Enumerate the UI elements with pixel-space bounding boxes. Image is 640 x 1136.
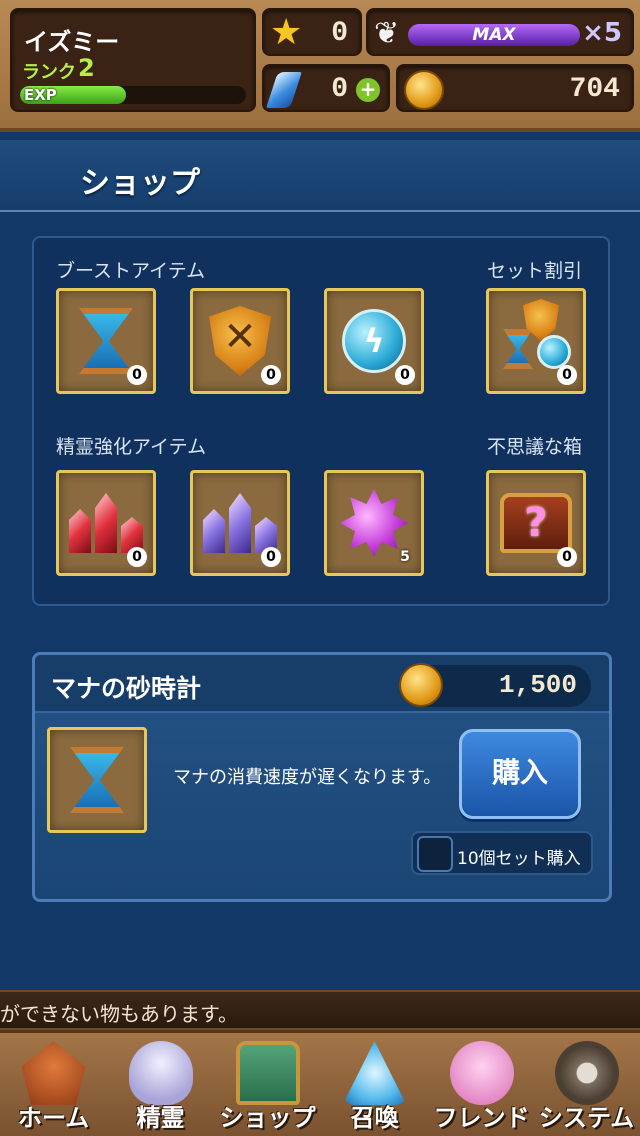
nav-system-label: システム [538,1104,635,1132]
wing-icon: ❦ [374,16,400,51]
lightning-icon: ϟ [363,322,385,360]
item-count: 0 [557,365,577,385]
coin-icon [404,70,444,110]
star-counter: ★ 0 [262,8,362,56]
item-count: 0 [261,365,281,385]
red-crystal-icon [67,493,145,553]
nav-system[interactable]: システム [533,1033,640,1136]
shop-item-mystery-box[interactable]: ? 0 [486,470,586,576]
hourglass-icon [79,308,133,374]
summon-icon [342,1041,407,1105]
stamina-multiplier: ×5 [582,18,622,48]
crystal-counter: 0 + [262,64,390,112]
item-count: 0 [261,547,281,567]
item-detail-panel: マナの砂時計 1,500 マナの消費速度が遅くなります。 購入 10個セット購入 [32,652,612,902]
page-title-banner: ショップ [0,140,640,212]
star-icon: ★ [270,12,303,53]
coin-icon [399,663,443,707]
nav-home-label: ホーム [17,1104,90,1132]
crystal-icon [266,72,302,108]
bulk-purchase-option[interactable]: 10個セット購入 [411,831,593,875]
potion-icon [537,335,571,369]
nav-shop-label: ショップ [219,1104,316,1132]
set-discount-label: セット割引 [486,260,582,282]
question-mark-icon: ? [524,500,548,546]
shop-item-boost-set[interactable]: 0 [486,288,586,394]
home-icon [21,1041,86,1105]
item-count: 0 [127,365,147,385]
item-count: 0 [395,365,415,385]
boost-items-label: ブーストアイテム [56,260,206,282]
item-description: マナの消費速度が遅くなります。 [173,767,442,788]
nav-friend-label: フレンド [433,1104,530,1132]
shop-item-hourglass[interactable]: 0 [56,288,156,394]
bulk-purchase-checkbox[interactable] [417,836,453,872]
crystal-count: 0 [331,74,348,105]
nav-summon-label: 召喚 [350,1104,399,1132]
item-price: 1,500 [399,663,591,707]
nav-spirit[interactable]: 精霊 [107,1033,214,1136]
buy-button[interactable]: 購入 [459,729,581,819]
nav-home[interactable]: ホーム [0,1033,107,1136]
nav-spirit-label: 精霊 [136,1104,185,1132]
top-status-bar: イズミー ランク 2 EXP ★ 0 ❦ MAX ×5 0 + 704 [0,0,640,132]
shop-item-potion[interactable]: ϟ 0 [324,288,424,394]
shop-items-panel: ブーストアイテム セット割引 0 ✕ 0 ϟ 0 0 精霊強化アイテム 不思議な… [32,236,610,606]
rank-label: ランク [22,62,76,83]
item-count: 0 [127,547,147,567]
rank-value: 2 [78,54,95,82]
spirit-items-label: 精霊強化アイテム [56,436,207,458]
exp-label: EXP [24,86,57,104]
item-detail-header: マナの砂時計 1,500 [35,655,609,713]
blue-crystal-icon [201,493,279,553]
shop-item-shield[interactable]: ✕ 0 [190,288,290,394]
stamina-max-label: MAX [472,25,516,45]
hourglass-icon [503,329,533,369]
coin-count: 704 [569,74,620,105]
mystery-box-label: 不思議な箱 [486,436,582,458]
item-detail-title: マナの砂時計 [51,674,202,703]
item-price-value: 1,500 [498,670,577,700]
nav-friend[interactable]: フレンド [428,1033,535,1136]
treasure-chest-icon [235,1041,300,1105]
add-crystal-button[interactable]: + [356,78,380,102]
nav-shop[interactable]: ショップ [214,1033,321,1136]
item-count: 0 [557,547,577,567]
shop-item-purple-star[interactable]: 5 [324,470,424,576]
cross-mark-icon: ✕ [223,314,257,360]
gear-icon [554,1041,619,1105]
nav-summon[interactable]: 召喚 [321,1033,428,1136]
bottom-navigation: ホーム 精霊 ショップ 召喚 フレンド システム [0,1030,640,1136]
stamina-meter: ❦ MAX ×5 [366,8,634,56]
item-detail-image [47,727,147,833]
friends-icon [449,1041,514,1105]
coin-counter: 704 [396,64,634,112]
star-count: 0 [331,18,348,49]
purple-star-crystal-icon [340,489,408,557]
ticker-text: ができない物もあります。 [0,1002,238,1026]
shop-item-blue-crystal[interactable]: 0 [190,470,290,576]
player-profile-panel[interactable]: イズミー ランク 2 EXP [10,8,256,112]
shop-item-red-crystal[interactable]: 0 [56,470,156,576]
news-ticker: ができない物もあります。 [0,990,640,1030]
player-name: イズミー [24,29,120,56]
item-count: 5 [400,549,410,565]
spirit-icon [128,1041,193,1105]
page-title: ショップ [80,166,200,201]
hourglass-icon [70,747,124,813]
bulk-purchase-label: 10個セット購入 [457,849,581,869]
